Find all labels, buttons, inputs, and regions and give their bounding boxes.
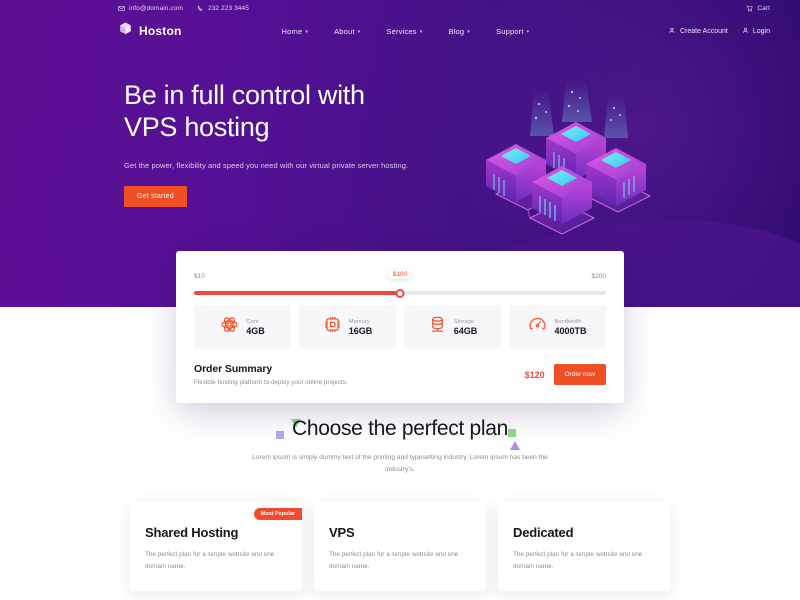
plan-card-vps[interactable]: VPS The perfect plan for a simple websit… xyxy=(314,501,486,592)
speed-gauge-icon xyxy=(528,315,547,339)
hero-subtitle: Get the power, flexibility and speed you… xyxy=(124,160,409,170)
main-navigation: Hoston Home ▾ About ▾ Services ▾ Blog ▾ … xyxy=(0,16,800,46)
nav-item-home-label: Home xyxy=(281,26,303,36)
login-label: Login xyxy=(752,27,770,35)
slider-min-label: $10 xyxy=(194,273,205,280)
plans-title: Choose the perfect plan xyxy=(291,417,509,440)
plan-card-dedicated[interactable]: Dedicated The perfect plan for a simple … xyxy=(498,501,670,592)
hero-content: Be in full control with VPS hosting Get … xyxy=(0,46,800,207)
contact-phone[interactable]: 232 223 3445 xyxy=(197,5,249,12)
brand-logo[interactable]: Hoston xyxy=(118,21,182,41)
spec-card-core: Core 4GB xyxy=(194,305,291,349)
spec-card-bandwidth: Bandwidth 4000TB xyxy=(509,305,606,349)
spec-label-storage: Storage xyxy=(453,318,475,325)
hero-title-line2: VPS hosting xyxy=(124,111,270,142)
plan-desc-vps: The perfect plan for a simple website an… xyxy=(329,551,459,570)
spec-cards: Core 4GB Memory 16GB Storage 64GB Bandwi… xyxy=(194,305,606,349)
spec-card-memory: Memory 16GB xyxy=(299,305,396,349)
cube-logo-icon xyxy=(118,21,133,41)
nav-item-services[interactable]: Services ▾ xyxy=(386,27,422,36)
login-button[interactable]: Login xyxy=(742,27,770,36)
database-icon xyxy=(428,315,447,339)
order-total-price: $120 xyxy=(524,369,545,380)
user-add-icon xyxy=(669,27,676,36)
plan-desc-dedicated: The perfect plan for a simple website an… xyxy=(513,551,643,570)
slider-fill xyxy=(194,291,400,295)
chevron-down-icon: ▾ xyxy=(526,29,530,35)
slider-current-value: $100 xyxy=(388,270,412,279)
plan-configurator-card: $10 $200 $100 Core 4GB Memory 16GB Stora… xyxy=(176,251,624,403)
phone-icon xyxy=(197,5,204,12)
cart-button[interactable]: Cart xyxy=(746,5,770,12)
decoration-square-purple xyxy=(276,431,284,439)
hero-title: Be in full control with VPS hosting xyxy=(124,80,454,144)
nav-item-about-label: About xyxy=(334,26,355,36)
order-summary-title: Order Summary xyxy=(194,363,273,375)
spec-value-core: 4GB xyxy=(246,325,265,336)
hero-title-line1: Be in full control with xyxy=(124,80,365,110)
plan-name-dedicated: Dedicated xyxy=(513,525,574,541)
user-icon xyxy=(742,27,749,36)
spec-value-memory: 16GB xyxy=(348,325,373,336)
spec-label-memory: Memory xyxy=(348,318,370,325)
spec-value-storage: 64GB xyxy=(453,325,478,336)
atom-core-icon xyxy=(220,315,239,339)
nav-item-blog-label: Blog xyxy=(448,26,465,36)
spec-label-core: Core xyxy=(246,318,259,325)
brand-name: Hoston xyxy=(139,24,182,38)
nav-item-home[interactable]: Home ▾ xyxy=(282,27,309,36)
price-slider[interactable]: $10 $200 $100 xyxy=(194,270,606,298)
plans-description: Lorem ipsum is simply dummy text of the … xyxy=(252,454,548,473)
cart-label: Cart xyxy=(757,4,770,12)
nav-item-services-label: Services xyxy=(386,26,417,36)
chevron-down-icon: ▾ xyxy=(305,29,309,35)
create-account-label: Create Account xyxy=(679,27,728,35)
plan-name-vps: VPS xyxy=(329,525,355,541)
plan-cards: Most Popular Shared Hosting The perfect … xyxy=(0,475,800,592)
nav-account-actions: Create Account Login xyxy=(669,27,770,36)
spec-value-bandwidth: 4000TB xyxy=(554,325,587,336)
slider-max-label: $200 xyxy=(591,273,606,280)
chevron-down-icon: ▾ xyxy=(419,29,423,35)
create-account-button[interactable]: Create Account xyxy=(669,27,728,36)
decoration-triangle-purple xyxy=(510,441,520,450)
contact-phone-text: 232 223 3445 xyxy=(207,4,249,12)
order-summary-subtitle: Flexible hosting platform to deploy your… xyxy=(194,379,348,386)
chevron-down-icon: ▾ xyxy=(357,29,361,35)
nav-item-support[interactable]: Support ▾ xyxy=(496,27,529,36)
chevron-down-icon: ▾ xyxy=(467,29,470,35)
most-popular-badge: Most Popular xyxy=(253,508,302,521)
nav-item-support-label: Support xyxy=(496,26,524,36)
contact-email[interactable]: info@domain.com xyxy=(118,5,183,12)
spec-card-storage: Storage 64GB xyxy=(404,305,501,349)
nav-item-about[interactable]: About ▾ xyxy=(334,27,360,36)
plan-name-shared-hosting: Shared Hosting xyxy=(145,525,239,541)
spec-label-bandwidth: Bandwidth xyxy=(554,318,582,325)
cart-icon xyxy=(746,5,753,12)
nav-links: Home ▾ About ▾ Services ▾ Blog ▾ Support… xyxy=(282,27,530,36)
nav-item-blog[interactable]: Blog ▾ xyxy=(448,27,470,36)
slider-thumb[interactable] xyxy=(395,289,405,298)
order-now-button[interactable]: Order now xyxy=(553,364,606,385)
get-started-button[interactable]: Get started xyxy=(124,185,187,207)
contact-email-text: info@domain.com xyxy=(129,4,183,12)
decoration-square-green xyxy=(508,429,516,437)
order-summary: Order Summary Flexible hosting platform … xyxy=(194,363,606,386)
top-bar: info@domain.com 232 223 3445 Cart xyxy=(0,0,800,16)
mail-icon xyxy=(118,5,125,12)
plan-desc-shared-hosting: The perfect plan for a simple website an… xyxy=(145,551,275,570)
plans-header: Choose the perfect plan Lorem ipsum is s… xyxy=(0,417,800,475)
plan-card-shared-hosting[interactable]: Most Popular Shared Hosting The perfect … xyxy=(130,501,302,592)
cpu-chip-icon xyxy=(323,315,342,339)
